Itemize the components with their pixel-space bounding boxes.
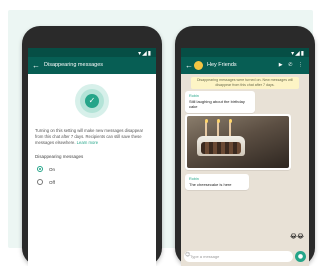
option-off[interactable]: Off [37,179,147,185]
cake-photo[interactable] [187,116,289,168]
option-on[interactable]: On [37,166,147,172]
learn-more-link[interactable]: Learn more [77,140,98,145]
mic-button[interactable]: ● [295,251,306,262]
chat-title[interactable]: Hey Friends [207,57,237,74]
phone-chat: ▾◢▮ ← Hey Friends ▶ ✆ ⋮ Disappearing mes… [175,26,315,266]
timer-icon: ✓ [85,94,99,108]
candle [205,122,207,136]
message-placeholder: Type a message [190,254,220,259]
chat-app-bar: ← Hey Friends ▶ ✆ ⋮ [181,57,309,74]
message-text: The cheesecake is here [189,182,232,188]
candle [229,122,231,136]
option-off-label: Off [49,179,55,185]
chat-background: Disappearing messages were turned on. Ne… [181,74,309,266]
radio-off[interactable] [37,179,43,185]
mic-icon: ● [297,253,304,260]
chat-action-icons[interactable]: ▶ ✆ ⋮ [279,57,305,74]
settings-screen: ▾◢▮ ← Disappearing messages ✓ Turning on… [28,48,156,266]
composer: ☺ Type a message ● [184,251,306,262]
status-bar: ▾◢▮ [181,48,309,57]
message-input[interactable]: ☺ Type a message [184,251,293,262]
timer-illustration: ✓ [75,84,109,118]
message-bubble[interactable]: Robin The cheesecake is here [185,174,249,191]
cake-chocolate [201,142,241,154]
page-title: Disappearing messages [44,62,104,68]
option-on-label: On [49,166,56,172]
status-icons: ▾◢▮ [138,50,152,57]
radio-on-selected[interactable] [37,166,43,172]
flame [216,119,220,123]
back-arrow-icon[interactable]: ← [32,57,40,74]
section-label: Disappearing messages [35,154,84,159]
photo-message[interactable] [185,114,291,170]
system-notice: Disappearing messages were turned on. Ne… [191,77,299,89]
flame [204,119,208,123]
settings-app-bar: ← Disappearing messages [28,57,156,74]
emoji-reaction: 😂😂 [289,233,304,240]
back-arrow-icon[interactable]: ← [185,57,193,74]
message-text: Still laughing about the birthday cake [189,99,245,110]
description: Turning on this setting will make new me… [35,128,149,146]
flame [228,119,232,123]
candle [217,122,219,136]
chat-screen: ▾◢▮ ← Hey Friends ▶ ✆ ⋮ Disappearing mes… [181,48,309,266]
status-bar: ▾◢▮ [28,48,156,57]
phone-settings: ▾◢▮ ← Disappearing messages ✓ Turning on… [22,26,162,266]
message-bubble[interactable]: Robin Still laughing about the birthday … [185,91,255,113]
group-avatar[interactable] [194,61,203,70]
status-icons: ▾◢▮ [291,50,305,57]
